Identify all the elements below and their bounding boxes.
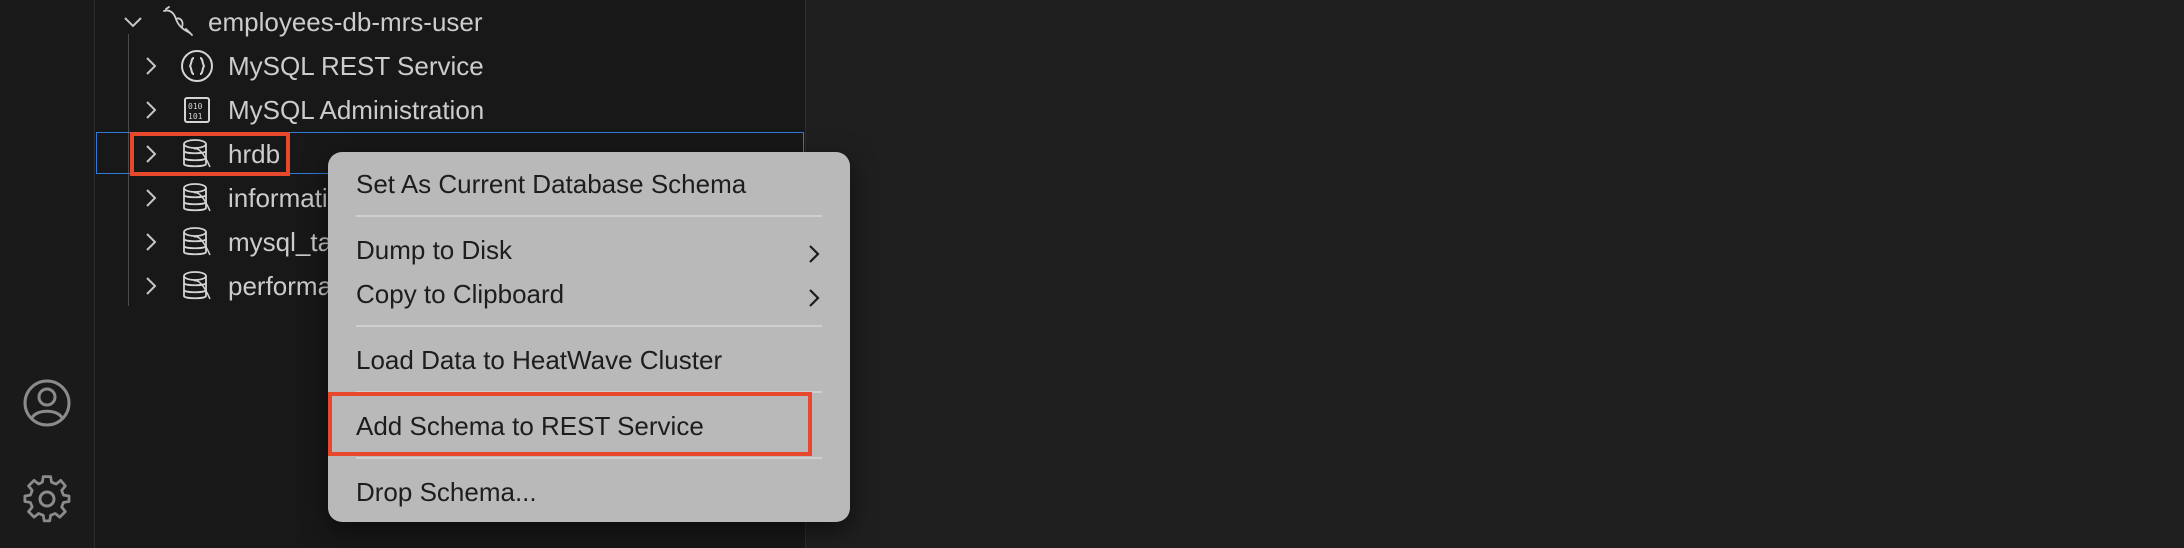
tree-item-mysql-rest-service[interactable]: MySQL REST Service (140, 44, 484, 88)
chevron-right-icon[interactable] (140, 99, 162, 121)
annotation-highlight-hrdb (130, 132, 290, 176)
braces-icon (180, 49, 214, 83)
database-schema-icon (180, 225, 214, 259)
chevron-right-icon[interactable] (140, 275, 162, 297)
menu-item-label: Copy to Clipboard (356, 278, 565, 309)
context-menu: Set As Current Database Schema Dump to D… (328, 152, 850, 522)
chevron-right-icon[interactable] (140, 231, 162, 253)
menu-item-label: Dump to Disk (356, 234, 513, 265)
tree-item-label: performa (228, 270, 333, 301)
annotation-highlight-add-schema (328, 392, 812, 456)
menu-item-label: Drop Schema... (356, 476, 537, 507)
tree-item-label: mysql_ta (228, 226, 333, 257)
tree-item-information-schema[interactable]: informati (140, 176, 328, 220)
menu-item-label: Set As Current Database Schema (356, 168, 747, 199)
svg-text:101: 101 (188, 112, 203, 121)
database-schema-icon (180, 181, 214, 215)
menu-item-set-current-schema[interactable]: Set As Current Database Schema (328, 164, 850, 204)
mysql-dolphin-icon (160, 5, 194, 39)
account-icon[interactable] (20, 376, 74, 430)
tree-item-label: MySQL Administration (228, 94, 485, 125)
tree-item-performance-schema[interactable]: performa (140, 264, 332, 308)
connection-label: employees-db-mrs-user (208, 6, 483, 37)
chevron-down-icon[interactable] (122, 11, 144, 33)
gear-icon[interactable] (20, 472, 74, 526)
tree-item-mysql-schema[interactable]: mysql_ta (140, 220, 332, 264)
menu-separator (356, 215, 822, 217)
menu-item-load-heatwave[interactable]: Load Data to HeatWave Cluster (328, 340, 850, 380)
svg-text:010: 010 (188, 102, 203, 111)
tree-item-label: informati (228, 182, 328, 213)
editor-area (806, 0, 2184, 548)
tree-item-label: MySQL REST Service (228, 50, 484, 81)
admin-icon: 010 101 (180, 93, 214, 127)
chevron-right-icon[interactable] (140, 55, 162, 77)
activity-bar (0, 0, 95, 548)
menu-separator (356, 457, 822, 459)
menu-item-copy-to-clipboard[interactable]: Copy to Clipboard (328, 274, 850, 314)
menu-item-label: Load Data to HeatWave Cluster (356, 344, 723, 375)
menu-item-drop-schema[interactable]: Drop Schema... (328, 472, 850, 512)
chevron-right-icon[interactable] (140, 187, 162, 209)
database-schema-icon (180, 269, 214, 303)
menu-item-dump-to-disk[interactable]: Dump to Disk (328, 230, 850, 270)
tree-connection-row[interactable]: employees-db-mrs-user (122, 0, 483, 44)
menu-separator (356, 325, 822, 327)
tree-item-mysql-administration[interactable]: 010 101 MySQL Administration (140, 88, 484, 132)
chevron-right-icon (804, 284, 824, 307)
chevron-right-icon (804, 240, 824, 263)
